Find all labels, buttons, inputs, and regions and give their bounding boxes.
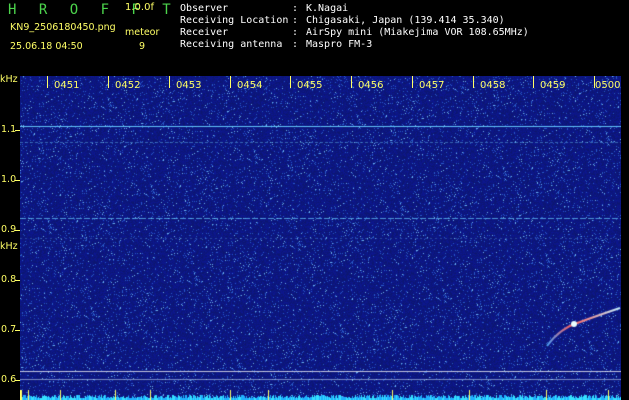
y-tick-label: 0.7	[1, 324, 17, 335]
x-tick-label: 0454	[237, 80, 263, 91]
info-label: Receiving antenna	[180, 39, 283, 50]
y-tick-label: 1.1	[1, 124, 17, 135]
x-tick-mark	[473, 76, 474, 88]
x-tick-label: 0453	[176, 80, 202, 91]
x-tick-mark	[47, 76, 48, 88]
date-time: 25.06.18 04:50	[10, 41, 83, 52]
spectrogram-plot: 0451 0452 0453 0454 0455 0456 0457 0458 …	[20, 76, 621, 400]
x-tick-label: 0500	[595, 80, 621, 91]
info-separator: :	[292, 27, 299, 38]
x-tick-label: 0456	[358, 80, 384, 91]
x-tick-mark	[169, 76, 170, 88]
x-tick-mark	[351, 76, 352, 88]
y-tick-label: 0.8	[1, 274, 17, 285]
x-tick-mark	[533, 76, 534, 88]
y-unit-top: kHz	[0, 74, 18, 85]
x-tick-label: 0455	[297, 80, 323, 91]
file-name: KN9_2506180450.png	[10, 22, 116, 33]
info-separator: :	[292, 39, 299, 50]
info-value: Maspro FM-3	[306, 39, 373, 50]
y-tick-label: 0.9	[1, 224, 17, 235]
y-tick-label: 1.0	[1, 174, 17, 185]
x-tick-label: 0452	[115, 80, 141, 91]
info-value: K.Nagai	[306, 3, 349, 14]
x-tick-mark	[108, 76, 109, 88]
x-tick-label: 0459	[540, 80, 566, 91]
y-unit-mid: kHz	[0, 241, 18, 252]
x-tick-mark	[230, 76, 231, 88]
info-value: AirSpy mini (Miakejima VOR 108.65MHz)	[306, 27, 529, 38]
x-tick-label: 0451	[54, 80, 80, 91]
info-row-antenna: Receiving antenna: Maspro FM-3	[180, 39, 372, 50]
frequency-axis: kHz 1.1 1.0 0.9 kHz 0.8 0.7 0.6	[0, 74, 20, 400]
mode-label: meteor	[125, 27, 160, 38]
y-tick-label: 0.6	[1, 374, 17, 385]
time-axis: 0451 0452 0453 0454 0455 0456 0457 0458 …	[20, 76, 621, 96]
x-tick-mark	[412, 76, 413, 88]
info-label: Observer	[180, 3, 229, 14]
x-tick-mark	[290, 76, 291, 88]
header-panel: H R O F F T 1.0.0f KN9_2506180450.png 25…	[0, 0, 629, 76]
info-row-observer: Observer: K.Nagai	[180, 3, 348, 14]
info-label: Receiver	[180, 27, 229, 38]
info-row-location: Receiving Location: Chigasaki, Japan (139…	[180, 15, 505, 26]
info-row-receiver: Receiver: AirSpy mini (Miakejima VOR 108.…	[180, 27, 529, 38]
info-separator: :	[292, 3, 299, 14]
info-separator: :	[292, 15, 299, 26]
x-tick-label: 0457	[419, 80, 445, 91]
x-tick-label: 0458	[480, 80, 506, 91]
info-value: Chigasaki, Japan (139.414 35.340)	[306, 15, 505, 26]
version-label: 1.0.0f	[125, 2, 154, 13]
info-label: Receiving Location	[180, 15, 289, 26]
spectrogram-canvas	[20, 76, 621, 400]
right-border	[621, 76, 629, 400]
mode-value: 9	[139, 41, 146, 52]
